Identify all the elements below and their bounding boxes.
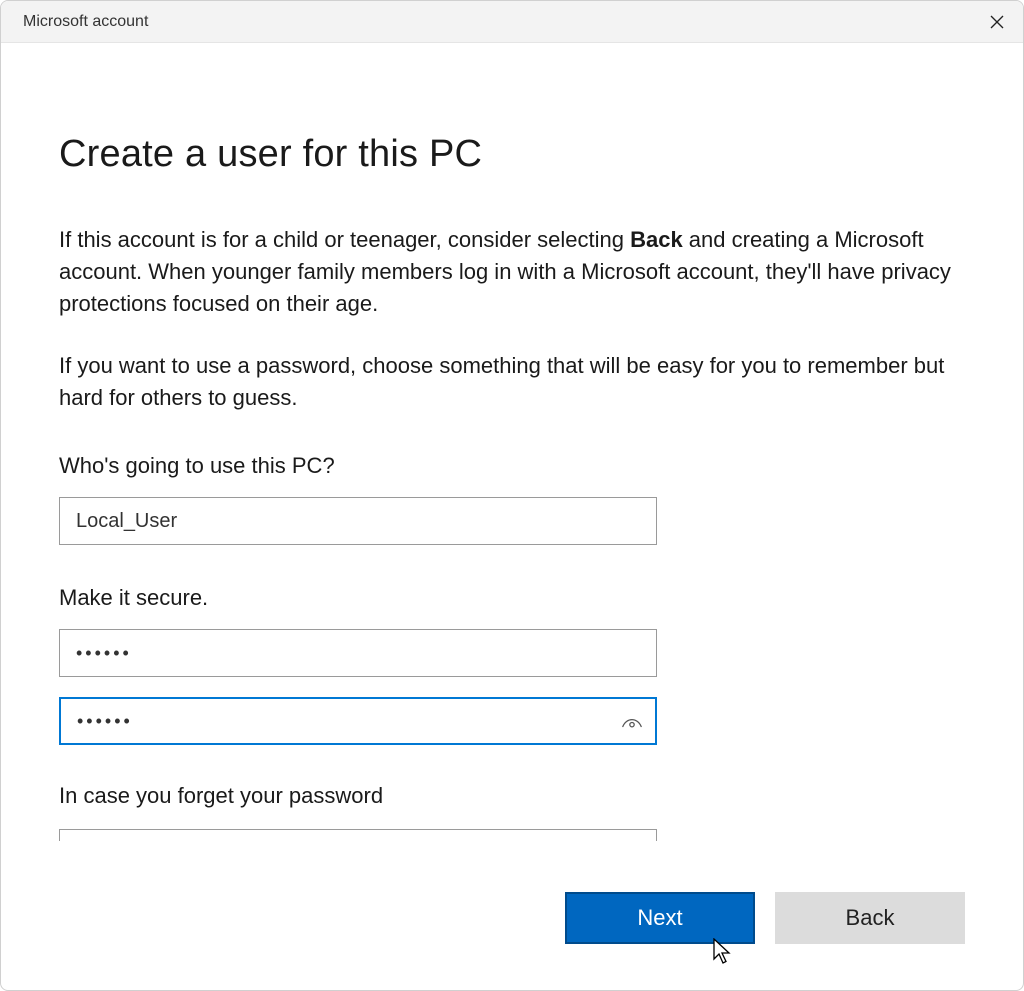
page-title: Create a user for this PC [59,133,965,176]
description-paragraph-1: If this account is for a child or teenag… [59,224,965,320]
confirm-password-input[interactable] [59,697,657,745]
confirm-password-row [59,697,657,745]
username-label: Who's going to use this PC? [59,453,965,479]
button-bar: Next Back [565,892,965,944]
description-paragraph-2: If you want to use a password, choose so… [59,350,965,414]
next-button[interactable]: Next [565,892,755,944]
desc1-bold: Back [630,227,683,252]
eye-icon [621,713,643,729]
username-input[interactable] [59,497,657,545]
back-button[interactable]: Back [775,892,965,944]
close-icon [990,15,1004,29]
password-section-label: Make it secure. [59,585,965,611]
content-area: Create a user for this PC If this accoun… [1,43,1023,990]
desc1-pre: If this account is for a child or teenag… [59,227,630,252]
security-question-field-partial[interactable] [59,829,657,841]
password-input[interactable] [59,629,657,677]
dialog-window: Microsoft account Create a user for this… [0,0,1024,991]
reveal-password-button[interactable] [621,710,643,732]
titlebar: Microsoft account [1,1,1023,43]
close-button[interactable] [971,1,1023,43]
security-questions-label: In case you forget your password [59,783,965,809]
window-title: Microsoft account [23,13,148,31]
